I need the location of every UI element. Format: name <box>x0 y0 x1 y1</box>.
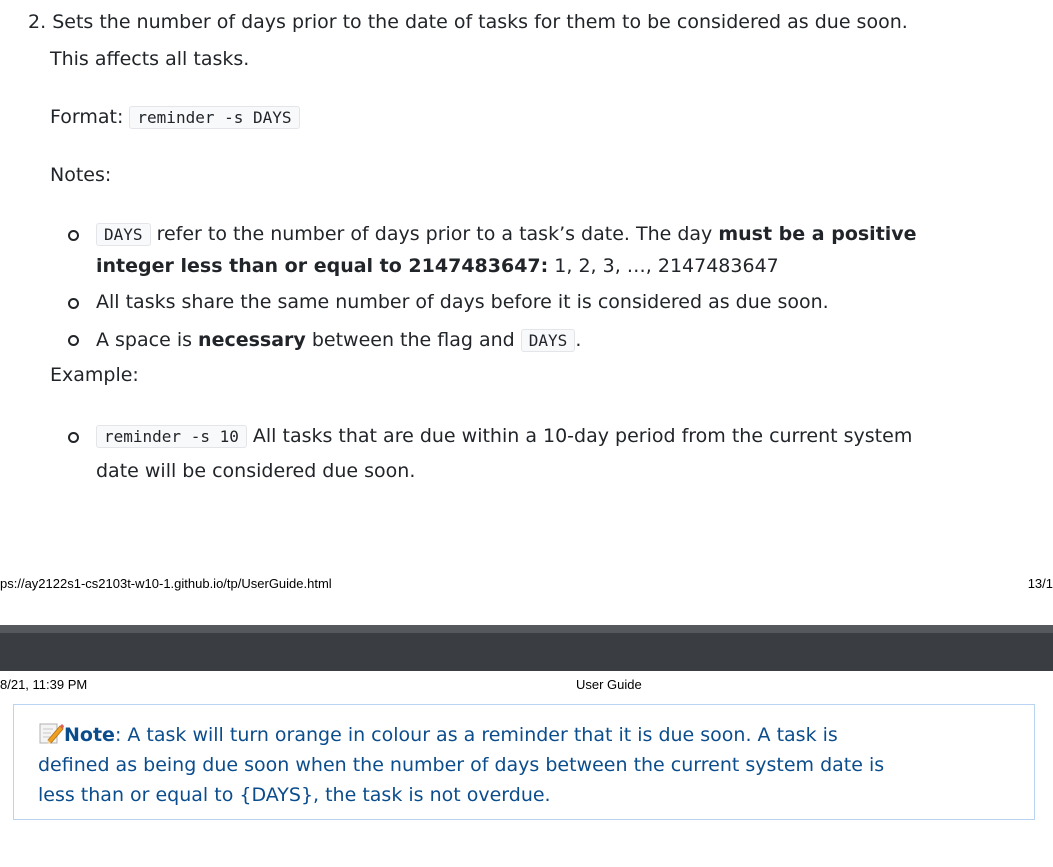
format-code: reminder -s DAYS <box>129 106 300 129</box>
item-text-line2: This affects all tasks. <box>50 48 250 70</box>
bullet-icon <box>68 432 79 443</box>
note-line2: defined as being due soon when the numbe… <box>38 754 885 776</box>
days-code: DAYS <box>96 223 151 246</box>
bullet-icon <box>68 230 79 241</box>
note-line1: Note: A task will turn orange in colour … <box>38 719 838 751</box>
days-code: DAYS <box>520 329 576 352</box>
footer-url: ps://ay2122s1-cs2103t-w10-1.github.io/tp… <box>0 576 332 591</box>
bullet-icon <box>68 335 79 346</box>
item-text-line1: Sets the number of days prior to the dat… <box>52 11 908 33</box>
note-item-2: All tasks share the same number of days … <box>96 291 829 313</box>
list-item-2: 2. Sets the number of days prior to the … <box>28 7 908 37</box>
pencil-memo-icon <box>38 720 64 746</box>
note-item-1-line2: integer less than or equal to 2147483647… <box>96 255 779 277</box>
example-code: reminder -s 10 <box>96 425 247 448</box>
format-line: Format: reminder -s DAYS <box>50 102 300 133</box>
example-label: Example: <box>50 364 139 386</box>
format-label: Format: <box>50 106 124 128</box>
header-datetime: 8/21, 11:39 PM <box>0 677 88 692</box>
example-item-line1: reminder -s 10 All tasks that are due wi… <box>96 421 912 452</box>
note-label: Note <box>64 724 115 746</box>
note-item-1-line1: DAYS refer to the number of days prior t… <box>96 219 917 250</box>
example-item-line2: date will be considered due soon. <box>96 460 416 482</box>
footer-page-number: 13/1 <box>1027 576 1053 591</box>
notes-label: Notes: <box>50 164 112 186</box>
item-number: 2. <box>28 11 47 33</box>
header-title: User Guide <box>576 677 642 692</box>
note-line3: less than or equal to {DAYS}, the task i… <box>38 784 551 806</box>
note-callout: Note: A task will turn orange in colour … <box>13 704 1035 820</box>
note-item-3: A space is necessary between the flag an… <box>96 329 582 352</box>
bullet-icon <box>68 298 79 309</box>
page-separator-edge <box>0 625 1053 633</box>
